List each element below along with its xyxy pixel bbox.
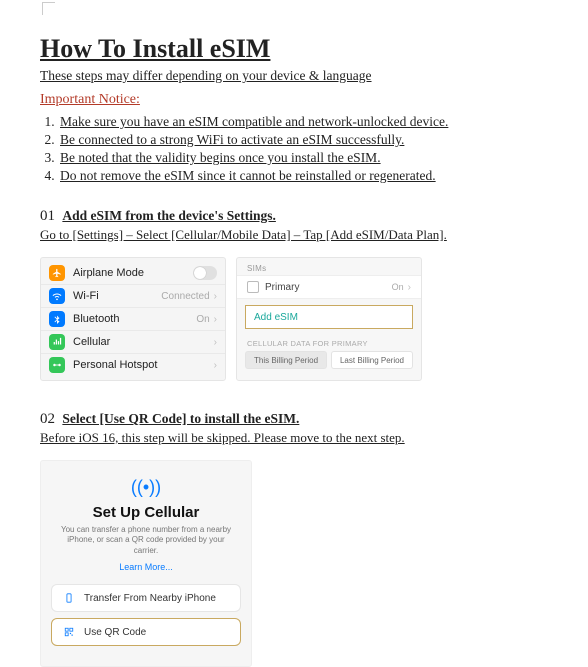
- chevron-right-icon: ›: [214, 291, 217, 302]
- use-qr-code-button[interactable]: Use QR Code: [51, 618, 241, 646]
- tab-this-billing[interactable]: This Billing Period: [245, 351, 327, 369]
- screenshot-setup-cellular: ((•)) Set Up Cellular You can transfer a…: [40, 460, 252, 667]
- setup-title: Set Up Cellular: [51, 504, 241, 521]
- hotspot-icon: [49, 357, 65, 373]
- row-label: Airplane Mode: [73, 267, 193, 279]
- settings-panel: Airplane Mode Wi-Fi Connected › Bluetoot…: [40, 257, 226, 381]
- row-cellular[interactable]: Cellular ›: [41, 331, 225, 354]
- row-label: Wi-Fi: [73, 290, 161, 302]
- cellular-icon: [49, 334, 65, 350]
- page-title: How To Install eSIM: [40, 34, 584, 64]
- tab-last-billing[interactable]: Last Billing Period: [331, 351, 413, 369]
- chevron-right-icon: ›: [214, 314, 217, 325]
- row-value: On: [196, 314, 209, 325]
- add-esim-button[interactable]: Add eSIM: [245, 305, 413, 329]
- chevron-right-icon: ›: [408, 282, 411, 293]
- step-1-path: Go to [Settings] – Select [Cellular/Mobi…: [40, 227, 584, 243]
- row-airplane[interactable]: Airplane Mode: [41, 262, 225, 285]
- setup-desc: You can transfer a phone number from a n…: [51, 525, 241, 556]
- step-2-sub: Before iOS 16, this step will be skipped…: [40, 430, 584, 446]
- important-label: Important Notice: [40, 92, 136, 107]
- sims-header: SIMs: [237, 264, 421, 275]
- row-label: Primary: [265, 282, 392, 293]
- row-label: Bluetooth: [73, 313, 196, 325]
- notice-item: Make sure you have an eSIM compatible an…: [58, 114, 584, 130]
- row-value: On: [392, 282, 404, 292]
- phone-transfer-icon: [62, 591, 76, 605]
- row-primary-sim[interactable]: Primary On ›: [237, 275, 421, 299]
- row-label: Personal Hotspot: [73, 359, 214, 371]
- qr-code-icon: [62, 625, 76, 639]
- row-label: Cellular: [73, 336, 214, 348]
- airplane-icon: [49, 265, 65, 281]
- toggle-off[interactable]: [193, 266, 217, 280]
- row-bluetooth[interactable]: Bluetooth On ›: [41, 308, 225, 331]
- bluetooth-icon: [49, 311, 65, 327]
- row-value: Connected: [161, 291, 209, 302]
- row-wifi[interactable]: Wi-Fi Connected ›: [41, 285, 225, 308]
- step-1-heading: 01 Add eSIM from the device's Settings.: [40, 208, 584, 225]
- chevron-right-icon: ›: [214, 337, 217, 348]
- screenshot-ios-settings: Airplane Mode Wi-Fi Connected › Bluetoot…: [40, 257, 584, 381]
- row-hotspot[interactable]: Personal Hotspot ›: [41, 354, 225, 376]
- step-2-heading: 02 Select [Use QR Code] to install the e…: [40, 411, 584, 428]
- important-notice-list: Make sure you have an eSIM compatible an…: [58, 114, 584, 184]
- antenna-icon: ((•)): [51, 477, 241, 498]
- notice-item: Do not remove the eSIM since it cannot b…: [58, 168, 584, 184]
- transfer-from-iphone-button[interactable]: Transfer From Nearby iPhone: [51, 584, 241, 612]
- wifi-icon: [49, 288, 65, 304]
- learn-more-link[interactable]: Learn More...: [51, 562, 241, 572]
- chevron-right-icon: ›: [214, 360, 217, 371]
- cellular-data-header: CELLULAR DATA FOR PRIMARY: [237, 339, 421, 351]
- sim-square-icon: [247, 281, 259, 293]
- intro-line: These steps may differ depending on your…: [40, 68, 584, 84]
- notice-item: Be noted that the validity begins once y…: [58, 150, 584, 166]
- button-label: Use QR Code: [84, 627, 146, 638]
- notice-item: Be connected to a strong WiFi to activat…: [58, 132, 584, 148]
- button-label: Transfer From Nearby iPhone: [84, 593, 216, 604]
- crop-mark-tl: [42, 2, 55, 15]
- sims-panel: SIMs Primary On › Add eSIM CELLULAR DATA…: [236, 257, 422, 381]
